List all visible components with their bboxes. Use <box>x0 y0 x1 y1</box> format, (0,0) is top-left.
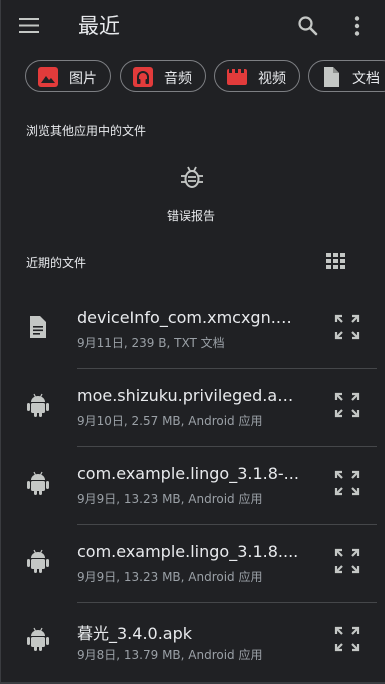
expand-icon[interactable] <box>333 547 361 575</box>
chip-label: 文档 <box>352 71 380 87</box>
chip-audio[interactable]: 音频 <box>120 60 206 92</box>
movie-icon <box>226 66 248 88</box>
file-name: deviceInfo_com.xmcxgn.zl... <box>77 308 299 327</box>
expand-icon[interactable] <box>333 313 361 341</box>
file-type-chips: 图片 音频 视频 文档 <box>25 60 385 94</box>
bug-icon[interactable] <box>178 164 206 192</box>
android-icon <box>26 470 50 496</box>
file-name: com.example.lingo_3.1.8.... <box>77 542 299 561</box>
divider <box>77 446 377 447</box>
android-icon <box>26 548 50 574</box>
file-meta: 9月9日, 13.23 MB, Android 应用 <box>77 570 263 584</box>
chip-label: 音频 <box>164 71 192 87</box>
file-meta: 9月8日, 13.79 MB, Android 应用 <box>77 648 263 662</box>
android-icon <box>26 392 50 418</box>
file-row[interactable]: moe.shizuku.privileged.api... 9月10日, 2.5… <box>0 372 385 450</box>
file-meta: 9月11日, 239 B, TXT 文档 <box>77 336 225 350</box>
other-apps-heading: 浏览其他应用中的文件 <box>26 124 147 138</box>
hamburger-menu-icon[interactable] <box>18 14 42 38</box>
file-row[interactable]: com.example.lingo_3.1.8.... 9月9日, 13.23 … <box>0 528 385 606</box>
text-file-icon <box>26 314 50 340</box>
file-name: 暮光_3.4.0.apk <box>77 624 193 643</box>
chip-label: 图片 <box>69 71 97 87</box>
divider <box>77 368 377 369</box>
image-icon <box>37 66 59 88</box>
headphones-icon <box>132 66 154 88</box>
search-icon[interactable] <box>295 13 321 39</box>
divider <box>77 524 377 525</box>
grid-view-icon[interactable] <box>323 250 347 272</box>
file-row[interactable]: 暮光_3.4.0.apk 9月8日, 13.79 MB, Android 应用 <box>0 606 385 684</box>
file-name: com.example.lingo_3.1.8-... <box>77 464 299 483</box>
chip-images[interactable]: 图片 <box>25 60 111 92</box>
more-vert-icon[interactable] <box>346 13 368 39</box>
file-row[interactable]: deviceInfo_com.xmcxgn.zl... 9月11日, 239 B… <box>0 294 385 372</box>
expand-icon[interactable] <box>333 469 361 497</box>
expand-icon[interactable] <box>333 391 361 419</box>
chip-label: 视频 <box>258 71 286 87</box>
file-meta: 9月10日, 2.57 MB, Android 应用 <box>77 414 263 428</box>
expand-icon[interactable] <box>333 625 361 653</box>
app-bar: 最近 <box>0 0 385 52</box>
document-icon <box>320 66 342 88</box>
divider <box>77 602 377 603</box>
file-row[interactable]: com.example.lingo_3.1.8-... 9月9日, 13.23 … <box>0 450 385 528</box>
recent-files-heading: 近期的文件 <box>26 256 87 270</box>
bug-report-label[interactable]: 错误报告 <box>167 207 215 224</box>
android-icon <box>26 626 50 652</box>
chip-video[interactable]: 视频 <box>214 60 300 92</box>
file-name: moe.shizuku.privileged.api... <box>77 386 299 405</box>
page-title: 最近 <box>78 14 120 38</box>
chip-documents[interactable]: 文档 <box>308 60 385 92</box>
file-meta: 9月9日, 13.23 MB, Android 应用 <box>77 492 263 506</box>
